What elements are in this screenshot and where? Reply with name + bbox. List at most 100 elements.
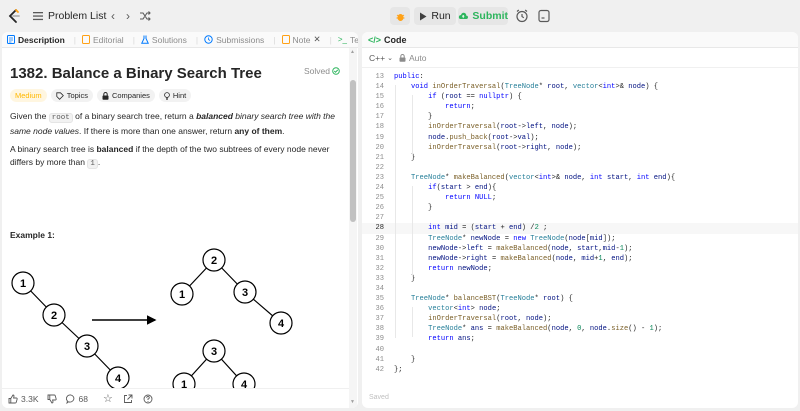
- code-line[interactable]: 34: [362, 284, 798, 294]
- problem-description: Given the root of a binary search tree, …: [10, 110, 345, 137]
- line-number: 13: [375, 73, 384, 81]
- scroll-up-icon[interactable]: ▲: [350, 49, 355, 55]
- tab-test-result[interactable]: >_ Test Result: [338, 35, 358, 45]
- code-line[interactable]: 42};: [362, 365, 798, 375]
- code-line[interactable]: 19 node.push_back(root->val);: [362, 133, 798, 143]
- code-text: vector<int> node;: [428, 305, 501, 314]
- line-number: 40: [375, 345, 384, 354]
- code-line[interactable]: 20 inOrderTraversal(root->right, node);: [362, 143, 798, 153]
- code-line[interactable]: 39 return ans;: [362, 334, 798, 344]
- node-label: 3: [211, 346, 217, 358]
- desc-text: A binary search tree is: [10, 144, 97, 154]
- code-line[interactable]: 18 inOrderTraversal(root->left, node);: [362, 122, 798, 132]
- description-scrollbar[interactable]: ▲ ▼: [349, 48, 357, 408]
- chip-label: Companies: [111, 91, 150, 100]
- input-tree: [22, 282, 119, 379]
- code-line[interactable]: 16 return;: [362, 102, 798, 112]
- problem-list-link[interactable]: Problem List: [48, 10, 106, 22]
- code-text: }: [394, 274, 416, 283]
- code-line[interactable]: 41 }: [362, 355, 798, 365]
- like-button[interactable]: 3.3K: [8, 394, 39, 404]
- code-line[interactable]: 22: [362, 163, 798, 173]
- help-icon[interactable]: [143, 394, 153, 404]
- code-line[interactable]: 32 return newNode;: [362, 264, 798, 274]
- shuffle-icon[interactable]: [138, 9, 152, 23]
- run-label: Run: [431, 10, 451, 22]
- code-line[interactable]: 21 }: [362, 153, 798, 163]
- tab-submissions[interactable]: Submissions: [204, 35, 264, 45]
- description-tab-bar: Description | Editorial | Solutions | Su…: [2, 32, 358, 48]
- submit-button[interactable]: Submit: [458, 7, 508, 25]
- run-button[interactable]: Run: [414, 7, 456, 25]
- line-number: 24: [375, 184, 384, 193]
- code-text: if(start > end){: [428, 184, 497, 193]
- notes-icon[interactable]: [536, 8, 552, 24]
- code-editor[interactable]: 13 public: 14 void inOrderTraversal(TreeNo…: [362, 72, 798, 375]
- language-select[interactable]: C++ ⌄: [369, 53, 393, 63]
- code-line[interactable]: 40: [362, 345, 798, 355]
- tab-solutions[interactable]: Solutions: [140, 35, 187, 45]
- code-line[interactable]: 38 TreeNode* ans = makeBalanced(node, 0,…: [362, 324, 798, 334]
- code-line[interactable]: 31 newNode->right = makeBalanced(node, m…: [362, 254, 798, 264]
- cloud-upload-icon: [458, 12, 468, 20]
- companies-chip[interactable]: Companies: [96, 89, 155, 102]
- code-line[interactable]: 26 }: [362, 203, 798, 213]
- star-icon[interactable]: ☆: [103, 392, 113, 405]
- top-bar: Problem List ‹ › Run Submit: [0, 0, 800, 32]
- line-number: 38: [375, 325, 384, 334]
- code-line[interactable]: 13 public:: [362, 72, 798, 82]
- dislike-button[interactable]: [47, 394, 57, 404]
- tab-editorial[interactable]: Editorial: [81, 35, 124, 45]
- code-line[interactable]: 15 if (root == nullptr) {: [362, 92, 798, 102]
- scrollbar-thumb[interactable]: [350, 80, 356, 222]
- code-line[interactable]: 33 }: [362, 274, 798, 284]
- topics-chip[interactable]: Topics: [50, 89, 93, 102]
- alarm-clock-icon[interactable]: [514, 8, 530, 24]
- code-text: void inOrderTraversal(TreeNode* root, ve…: [411, 83, 659, 92]
- tab-code[interactable]: </> Code: [362, 32, 798, 48]
- code-line[interactable]: 25 return NULL;: [362, 193, 798, 203]
- indent-guide: [395, 85, 396, 338]
- tab-description[interactable]: Description: [7, 35, 65, 45]
- code-text: public:: [394, 73, 424, 81]
- debug-button[interactable]: [390, 7, 410, 25]
- code-line[interactable]: 37 inOrderTraversal(root, node);: [362, 314, 798, 324]
- code-line[interactable]: 28 int mid = (start + end) /2 ;: [362, 223, 798, 234]
- solved-label: Solved: [304, 66, 330, 76]
- auto-mode-toggle[interactable]: Auto: [399, 53, 426, 63]
- leetcode-logo-icon[interactable]: [6, 8, 22, 24]
- comments-button[interactable]: 68: [65, 394, 88, 404]
- line-number: 14: [375, 83, 384, 92]
- hint-chip[interactable]: Hint: [158, 89, 192, 102]
- prev-problem-icon[interactable]: ‹: [106, 9, 120, 23]
- code-line[interactable]: 29 TreeNode* newNode = new TreeNode(node…: [362, 234, 798, 244]
- code-line[interactable]: 23 TreeNode* makeBalanced(vector<int>& n…: [362, 173, 798, 183]
- desc-emphasis: balanced: [96, 144, 134, 154]
- code-line[interactable]: 35 TreeNode* balanceBST(TreeNode* root) …: [362, 294, 798, 304]
- indent-guide: [412, 307, 413, 337]
- code-text: TreeNode* balanceBST(TreeNode* root) {: [411, 295, 573, 304]
- indent-guide: [412, 186, 413, 276]
- tab-note[interactable]: Note ✕: [281, 34, 321, 45]
- editor-toolbar: C++ ⌄ Auto: [362, 48, 798, 68]
- share-icon[interactable]: [123, 394, 133, 404]
- code-line[interactable]: 14 void inOrderTraversal(TreeNode* root,…: [362, 82, 798, 92]
- submit-label: Submit: [472, 10, 508, 22]
- desc-text: of a binary search tree, return a: [72, 111, 197, 121]
- tab-label: Test Result: [349, 34, 358, 45]
- scroll-down-icon[interactable]: ▼: [350, 399, 355, 405]
- chip-label: Hint: [172, 91, 187, 100]
- desc-text: .: [97, 156, 101, 167]
- line-number: 41: [375, 355, 384, 364]
- code-line[interactable]: 30 newNode->left = makeBalanced(node, st…: [362, 244, 798, 254]
- close-icon[interactable]: ✕: [313, 34, 320, 45]
- description-footer: 3.3K 68 ☆: [2, 388, 349, 408]
- bug-icon: [396, 13, 404, 21]
- code-line[interactable]: 36 vector<int> node;: [362, 304, 798, 314]
- code-line[interactable]: 27: [362, 213, 798, 223]
- code-line[interactable]: 24 if(start > end){: [362, 183, 798, 193]
- list-icon[interactable]: [32, 10, 44, 22]
- code-line[interactable]: 17 }: [362, 112, 798, 122]
- next-problem-icon[interactable]: ›: [121, 9, 135, 23]
